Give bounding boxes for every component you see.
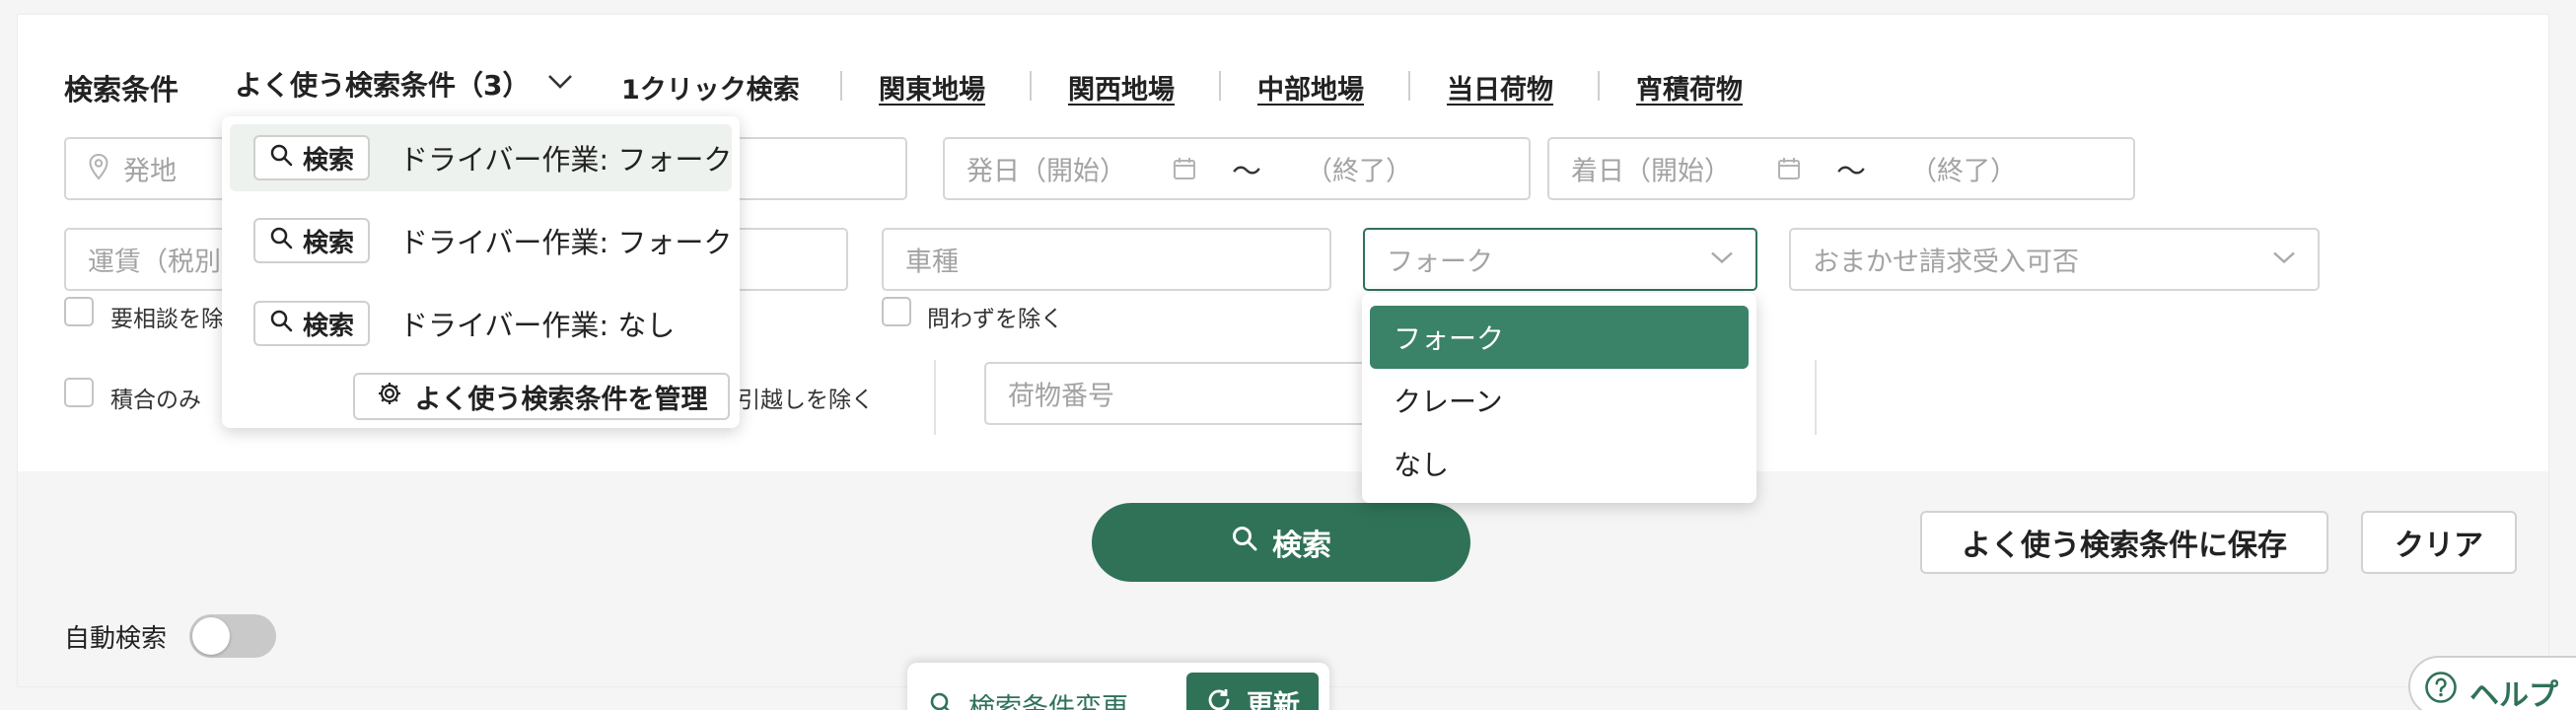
origin-placeholder: 発地	[123, 156, 177, 187]
divider	[1408, 71, 1410, 101]
fare-placeholder: 運賃（税別	[88, 247, 221, 278]
auto-search-label: 自動検索	[64, 624, 168, 654]
manage-favorites-button[interactable]: よく使う検索条件を管理	[353, 373, 730, 420]
favorite-item[interactable]: 検索 ドライバー作業: なし	[230, 290, 732, 357]
refresh-label: 更新	[1247, 689, 1300, 710]
divider	[1815, 360, 1817, 435]
help-label: ヘルプ	[2469, 678, 2558, 710]
save-favorite-label: よく使う検索条件に保存	[1962, 529, 2287, 563]
search-icon	[929, 691, 955, 710]
range-separator: 〜	[1232, 155, 1261, 189]
quick-link-chubu[interactable]: 中部地場	[1257, 68, 1364, 106]
auto-invoice-placeholder: おまかせ請求受入可否	[1813, 247, 2079, 278]
cargo-number-field[interactable]: 荷物番号	[984, 362, 1398, 425]
consult-exclude-label: 要相談を除	[110, 307, 224, 332]
driver-work-options: フォーク クレーン なし	[1362, 293, 1756, 503]
depart-date-range[interactable]: 発日（開始） 〜 （終了）	[943, 137, 1531, 200]
favorite-search-chip[interactable]: 検索	[253, 135, 371, 180]
favorite-item[interactable]: 検索 ドライバー作業: フォーク	[230, 124, 732, 191]
auto-invoice-select[interactable]: おまかせ請求受入可否	[1789, 228, 2320, 291]
search-icon	[269, 143, 293, 174]
depart-start-placeholder: 発日（開始）	[966, 156, 1126, 187]
consult-exclude-checkbox[interactable]	[64, 297, 94, 326]
search-button[interactable]: 検索	[1092, 503, 1470, 582]
favorite-search-chip[interactable]: 検索	[253, 218, 371, 263]
favorite-item-label: ドライバー作業: フォーク	[399, 226, 733, 259]
quick-link-kanto[interactable]: 関東地場	[879, 68, 985, 106]
clear-button[interactable]: クリア	[2361, 511, 2517, 574]
option-none[interactable]: なし	[1370, 432, 1749, 495]
arrive-date-range[interactable]: 着日（開始） 〜 （終了）	[1547, 137, 2135, 200]
vehicle-placeholder: 車種	[905, 247, 959, 278]
favorites-menu: 検索 ドライバー作業: フォーク 検索 ドライバー作業: フォーク 検索 ドライ…	[222, 116, 740, 428]
chip-label: 検索	[303, 228, 355, 258]
divider	[1219, 71, 1221, 101]
quick-link-same-day[interactable]: 当日荷物	[1447, 68, 1553, 106]
search-icon	[269, 226, 293, 256]
option-crane[interactable]: クレーン	[1370, 369, 1749, 432]
one-click-search-label: 1クリック検索	[621, 75, 800, 106]
auto-search-toggle[interactable]	[189, 614, 276, 658]
quick-link-kansai[interactable]: 関西地場	[1068, 68, 1175, 106]
arrive-start-placeholder: 着日（開始）	[1571, 156, 1731, 187]
search-icon	[269, 309, 293, 339]
moving-exclude-label: 引越しを除く	[738, 388, 874, 413]
calendar-icon	[1173, 157, 1196, 180]
divider	[934, 360, 936, 435]
favorites-dropdown-toggle[interactable]: よく使う検索条件（3）	[235, 64, 573, 104]
manage-favorites-label: よく使う検索条件を管理	[414, 384, 708, 415]
floating-search-bar: 検索条件変更 更新	[907, 663, 1329, 710]
divider	[1030, 71, 1032, 101]
any-exclude-checkbox[interactable]	[882, 297, 911, 326]
chevron-down-icon	[547, 74, 573, 94]
favorite-item-label: ドライバー作業: フォーク	[399, 143, 733, 177]
mixed-only-checkbox[interactable]	[64, 378, 94, 407]
depart-end-placeholder: （終了）	[1306, 156, 1412, 187]
chevron-down-icon	[2272, 250, 2296, 269]
search-conditions-title: 検索条件	[64, 73, 179, 106]
option-fork[interactable]: フォーク	[1370, 306, 1749, 369]
favorite-item-label: ドライバー作業: なし	[399, 309, 676, 342]
location-pin-icon	[88, 153, 109, 184]
any-exclude-label: 問わずを除く	[927, 307, 1063, 332]
refresh-button[interactable]: 更新	[1186, 673, 1319, 710]
toggle-knob	[192, 617, 230, 655]
range-separator: 〜	[1836, 155, 1866, 189]
save-favorite-button[interactable]: よく使う検索条件に保存	[1920, 511, 2328, 574]
vehicle-type-field[interactable]: 車種	[882, 228, 1331, 291]
calendar-icon	[1777, 157, 1801, 180]
arrive-end-placeholder: （終了）	[1910, 156, 2017, 187]
chip-label: 検索	[303, 145, 355, 176]
help-button[interactable]: ヘルプ	[2408, 656, 2576, 710]
search-button-label: 検索	[1272, 529, 1331, 563]
change-conditions-label: 検索条件変更	[968, 693, 1128, 710]
chevron-down-icon	[1710, 250, 1734, 269]
clear-label: クリア	[2395, 529, 2483, 563]
gear-icon	[376, 380, 403, 414]
divider	[1598, 71, 1600, 101]
favorite-search-chip[interactable]: 検索	[253, 301, 371, 346]
favorites-label: よく使う検索条件（3）	[235, 69, 531, 102]
search-icon	[1231, 525, 1258, 560]
divider	[840, 71, 842, 101]
driver-work-select[interactable]: フォーク	[1363, 228, 1757, 291]
favorite-item[interactable]: 検索 ドライバー作業: フォーク	[230, 207, 732, 274]
mixed-only-label: 積合のみ	[110, 388, 201, 413]
refresh-icon	[1205, 686, 1233, 710]
question-circle-icon	[2424, 671, 2458, 708]
chip-label: 検索	[303, 311, 355, 341]
driver-work-value: フォーク	[1387, 247, 1493, 278]
cargo-number-placeholder: 荷物番号	[1008, 381, 1114, 412]
quick-link-evening[interactable]: 宵積荷物	[1636, 68, 1743, 106]
change-conditions-button[interactable]: 検索条件変更	[929, 686, 1128, 710]
